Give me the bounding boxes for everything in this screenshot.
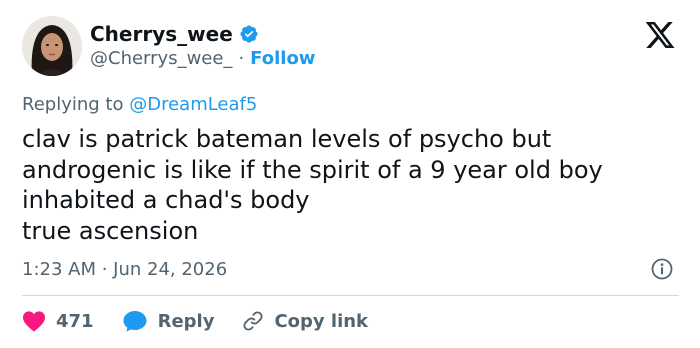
verified-badge-icon (239, 24, 259, 44)
separator-dot: · (238, 48, 245, 69)
tweet-text: clav is patrick bateman levels of psycho… (22, 125, 603, 245)
info-icon[interactable] (651, 258, 673, 280)
link-icon (243, 311, 263, 331)
reply-button[interactable]: Reply (122, 309, 215, 333)
author-handle[interactable]: @Cherrys_wee_ (90, 48, 232, 69)
heart-icon (23, 311, 45, 332)
x-logo-icon[interactable] (643, 19, 677, 51)
reply-bubble-icon (123, 311, 147, 332)
author-handle-row: @Cherrys_wee_ · Follow (90, 48, 315, 69)
replying-to-prefix: Replying to (22, 94, 124, 115)
divider (22, 295, 679, 296)
reply-label: Reply (157, 310, 215, 332)
tweet-card: Cherrys_wee @Cherrys_wee_ · Follow Reply… (0, 0, 700, 348)
reply-mention-link[interactable]: @DreamLeaf5 (129, 94, 257, 115)
replying-to: Replying to @DreamLeaf5 (22, 94, 257, 115)
follow-button[interactable]: Follow (250, 48, 315, 69)
like-count: 471 (56, 310, 94, 332)
copy-link-button[interactable]: Copy link (242, 310, 368, 332)
author-name-row: Cherrys_wee (90, 22, 259, 46)
copy-link-label: Copy link (274, 310, 369, 332)
action-bar: 471 Reply Copy link (22, 307, 396, 335)
tweet-timestamp[interactable]: 1:23 AM · Jun 24, 2026 (22, 259, 227, 280)
like-button[interactable]: 471 (22, 310, 94, 332)
author-display-name[interactable]: Cherrys_wee (90, 22, 233, 46)
avatar[interactable] (22, 16, 82, 76)
